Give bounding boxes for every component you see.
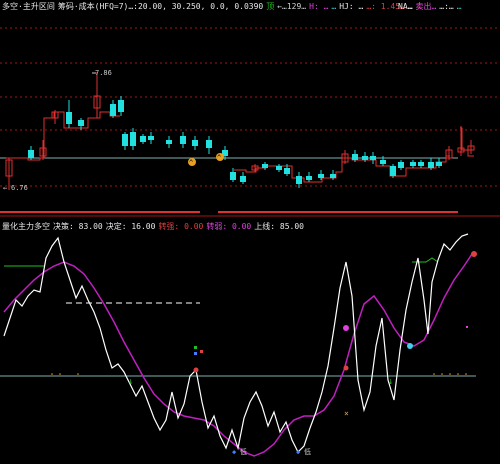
high-price-label: 7.86 — [95, 69, 112, 77]
bottom-low-label-2: 低 — [304, 447, 311, 456]
buy-arrow-icon: ↓ — [128, 377, 133, 387]
candlesticks[interactable] — [5, 72, 475, 190]
indicator-marker-magenta[interactable] — [343, 325, 349, 331]
candle-body[interactable] — [118, 100, 124, 112]
candle-body[interactable] — [262, 164, 268, 168]
candle-body[interactable] — [380, 160, 386, 164]
candle-body[interactable] — [206, 140, 212, 148]
main-grid — [0, 27, 500, 187]
indicator-marker-red[interactable] — [471, 251, 477, 257]
candle-body[interactable] — [296, 176, 302, 184]
signal-a-glyph: ^ — [189, 159, 193, 167]
indicator-green-line-2 — [412, 257, 439, 263]
chart-canvas[interactable]: 7.86 ← 6.76 ^ ^ ↓ ↓ × ◆ 低 ◆ 低 — [0, 0, 500, 464]
candle-body[interactable] — [230, 172, 236, 180]
candle-body[interactable] — [192, 140, 198, 146]
candle-body[interactable] — [66, 112, 72, 124]
candle-body[interactable] — [362, 156, 368, 160]
indicator-marker-cyan[interactable] — [407, 343, 413, 349]
indicator-magenta-line — [3, 253, 473, 457]
candle-body[interactable] — [398, 162, 404, 168]
bottom-low-label: 低 — [240, 447, 247, 456]
signal-cross-icon: × — [344, 409, 349, 418]
indicator-marker-red-3[interactable] — [193, 367, 199, 373]
indicator-marker-red-2[interactable] — [343, 365, 349, 371]
candle-body[interactable] — [148, 136, 154, 140]
candle-body[interactable] — [306, 176, 312, 180]
candle-body[interactable] — [140, 136, 146, 142]
indicator-white-line — [3, 233, 469, 454]
low-marker-icon: ◆ — [232, 448, 237, 456]
candle-body[interactable] — [166, 140, 172, 144]
candle-body[interactable] — [370, 156, 376, 160]
trend-step-line — [6, 111, 120, 161]
candle-body[interactable] — [28, 150, 34, 158]
candle-body[interactable] — [276, 166, 282, 170]
candle-body[interactable] — [410, 162, 416, 166]
candle-body[interactable] — [352, 154, 358, 160]
candle-body[interactable] — [130, 132, 136, 146]
candle-body[interactable] — [110, 104, 116, 116]
candle-body[interactable] — [330, 174, 336, 178]
indicator-dots-row — [51, 373, 467, 375]
low-arrow: ← — [3, 184, 7, 192]
buy-arrow-icon-2: ↓ — [388, 377, 393, 387]
candle-body[interactable] — [318, 174, 324, 178]
candle-body[interactable] — [180, 136, 186, 144]
candle-body[interactable] — [418, 162, 424, 166]
low-price-label: 6.76 — [11, 184, 28, 192]
candle-body[interactable] — [390, 166, 396, 176]
candle-body[interactable] — [428, 162, 434, 168]
candle-body[interactable] — [122, 134, 128, 146]
candle-body[interactable] — [436, 162, 442, 166]
candle-body[interactable] — [284, 168, 290, 174]
candle-body[interactable] — [240, 176, 246, 182]
candle-body[interactable] — [78, 120, 84, 126]
signal-b-glyph: ^ — [217, 154, 221, 162]
